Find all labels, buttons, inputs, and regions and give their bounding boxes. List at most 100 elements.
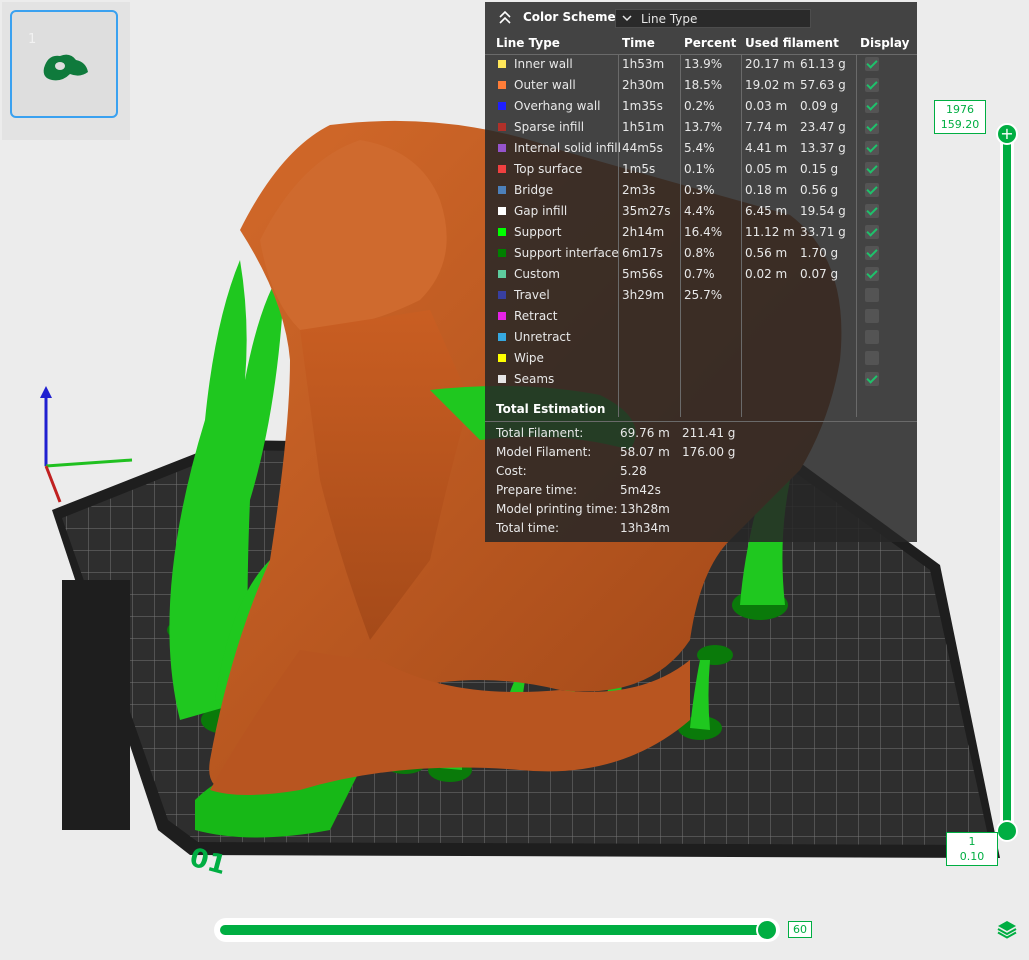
column-header-display: Display <box>860 36 910 50</box>
color-swatch <box>498 228 506 236</box>
bottom-layer-label: 1 0.10 <box>946 832 998 866</box>
layer-slider-bottom-handle[interactable] <box>996 820 1018 842</box>
bottom-layer-number: 1 <box>968 835 976 848</box>
legend-row: Gap infill 35m27s 4.4% 6.45 m 19.54 g <box>485 201 917 222</box>
time-value: 35m27s <box>622 204 671 218</box>
display-checkbox[interactable] <box>865 351 879 365</box>
percent-value: 0.3% <box>684 183 715 197</box>
time-value: 1h51m <box>622 120 665 134</box>
estimation-value: 13h28m <box>620 502 670 516</box>
legend-row: Retract <box>485 306 917 327</box>
plate-list: 1 <box>2 2 130 140</box>
time-value: 2m3s <box>622 183 656 197</box>
line-type-name: Inner wall <box>514 57 573 71</box>
move-slider-handle[interactable] <box>756 919 778 941</box>
display-checkbox[interactable] <box>865 162 879 176</box>
legend-row: Bridge 2m3s 0.3% 0.18 m 0.56 g <box>485 180 917 201</box>
display-checkbox[interactable] <box>865 330 879 344</box>
display-checkbox[interactable] <box>865 309 879 323</box>
line-type-name: Support interface <box>514 246 619 260</box>
filament-weight: 57.63 g <box>800 78 846 92</box>
percent-value: 4.4% <box>684 204 715 218</box>
filament-length: 4.41 m <box>745 141 788 155</box>
display-checkbox[interactable] <box>865 372 879 386</box>
legend-row: Support 2h14m 16.4% 11.12 m 33.71 g <box>485 222 917 243</box>
move-slider-value: 60 <box>788 921 812 938</box>
legend-row: Custom 5m56s 0.7% 0.02 m 0.07 g <box>485 264 917 285</box>
color-swatch <box>498 102 506 110</box>
estimation-value: 13h34m <box>620 521 670 535</box>
layer-slider-range <box>1003 134 1011 828</box>
legend-panel: Color Scheme Line Type Line Type Time Pe… <box>485 2 917 542</box>
filament-length: 0.56 m <box>745 246 788 260</box>
filament-weight: 13.37 g <box>800 141 846 155</box>
filament-length: 0.02 m <box>745 267 788 281</box>
plate-preview-image <box>43 54 88 81</box>
display-checkbox[interactable] <box>865 204 879 218</box>
estimation-label: Cost: <box>496 464 527 478</box>
top-layer-height: 159.20 <box>940 118 980 131</box>
color-swatch <box>498 333 506 341</box>
filament-length: 0.18 m <box>745 183 788 197</box>
color-swatch <box>498 312 506 320</box>
percent-value: 25.7% <box>684 288 723 302</box>
display-checkbox[interactable] <box>865 120 879 134</box>
estimation-value: 69.76 m <box>620 426 670 440</box>
line-type-name: Support <box>514 225 562 239</box>
column-header-time: Time <box>622 36 655 50</box>
estimation-label: Model Filament: <box>496 445 592 459</box>
color-swatch <box>498 291 506 299</box>
plate-thumbnail[interactable]: 1 <box>10 10 118 118</box>
legend-row: Overhang wall 1m35s 0.2% 0.03 m 0.09 g <box>485 96 917 117</box>
display-checkbox[interactable] <box>865 57 879 71</box>
legend-row: Travel 3h29m 25.7% <box>485 285 917 306</box>
filament-weight: 1.70 g <box>800 246 839 260</box>
time-value: 5m56s <box>622 267 663 281</box>
legend-row: Outer wall 2h30m 18.5% 19.02 m 57.63 g <box>485 75 917 96</box>
color-scheme-dropdown[interactable]: Line Type <box>615 9 811 28</box>
display-checkbox[interactable] <box>865 141 879 155</box>
time-value: 1m5s <box>622 162 656 176</box>
display-checkbox[interactable] <box>865 246 879 260</box>
bottom-layer-height: 0.10 <box>959 850 985 863</box>
line-type-name: Seams <box>514 372 555 386</box>
color-swatch <box>498 123 506 131</box>
percent-value: 0.8% <box>684 246 715 260</box>
color-swatch <box>498 165 506 173</box>
filament-weight: 19.54 g <box>800 204 846 218</box>
estimation-value-secondary: 211.41 g <box>682 426 736 440</box>
layers-icon[interactable] <box>996 918 1018 940</box>
total-estimation-row: Total Filament: 69.76 m 211.41 g <box>485 424 917 443</box>
legend-row: Sparse infill 1h51m 13.7% 7.74 m 23.47 g <box>485 117 917 138</box>
chevron-down-icon <box>622 15 632 22</box>
line-type-name: Travel <box>514 288 550 302</box>
color-swatch <box>498 249 506 257</box>
line-type-name: Unretract <box>514 330 571 344</box>
legend-row: Support interface 6m17s 0.8% 0.56 m 1.70 g <box>485 243 917 264</box>
percent-value: 0.1% <box>684 162 715 176</box>
display-checkbox[interactable] <box>865 99 879 113</box>
color-swatch <box>498 60 506 68</box>
total-estimation-row: Cost: 5.28 <box>485 462 917 481</box>
display-checkbox[interactable] <box>865 225 879 239</box>
total-estimation-row: Prepare time: 5m42s <box>485 481 917 500</box>
color-scheme-label: Color Scheme <box>523 10 616 24</box>
filament-length: 0.03 m <box>745 99 788 113</box>
filament-length: 0.05 m <box>745 162 788 176</box>
filament-length: 11.12 m <box>745 225 795 239</box>
display-checkbox[interactable] <box>865 288 879 302</box>
display-checkbox[interactable] <box>865 78 879 92</box>
filament-length: 19.02 m <box>745 78 795 92</box>
collapse-icon[interactable] <box>497 8 513 28</box>
column-header-percent: Percent <box>684 36 737 50</box>
filament-weight: 0.56 g <box>800 183 839 197</box>
display-checkbox[interactable] <box>865 267 879 281</box>
line-type-name: Internal solid infill <box>514 141 621 155</box>
estimation-value-secondary: 176.00 g <box>682 445 736 459</box>
line-type-name: Wipe <box>514 351 544 365</box>
layer-slider-top-handle[interactable]: + <box>996 123 1018 145</box>
filament-weight: 0.15 g <box>800 162 839 176</box>
display-checkbox[interactable] <box>865 183 879 197</box>
legend-row: Top surface 1m5s 0.1% 0.05 m 0.15 g <box>485 159 917 180</box>
estimation-value: 58.07 m <box>620 445 670 459</box>
